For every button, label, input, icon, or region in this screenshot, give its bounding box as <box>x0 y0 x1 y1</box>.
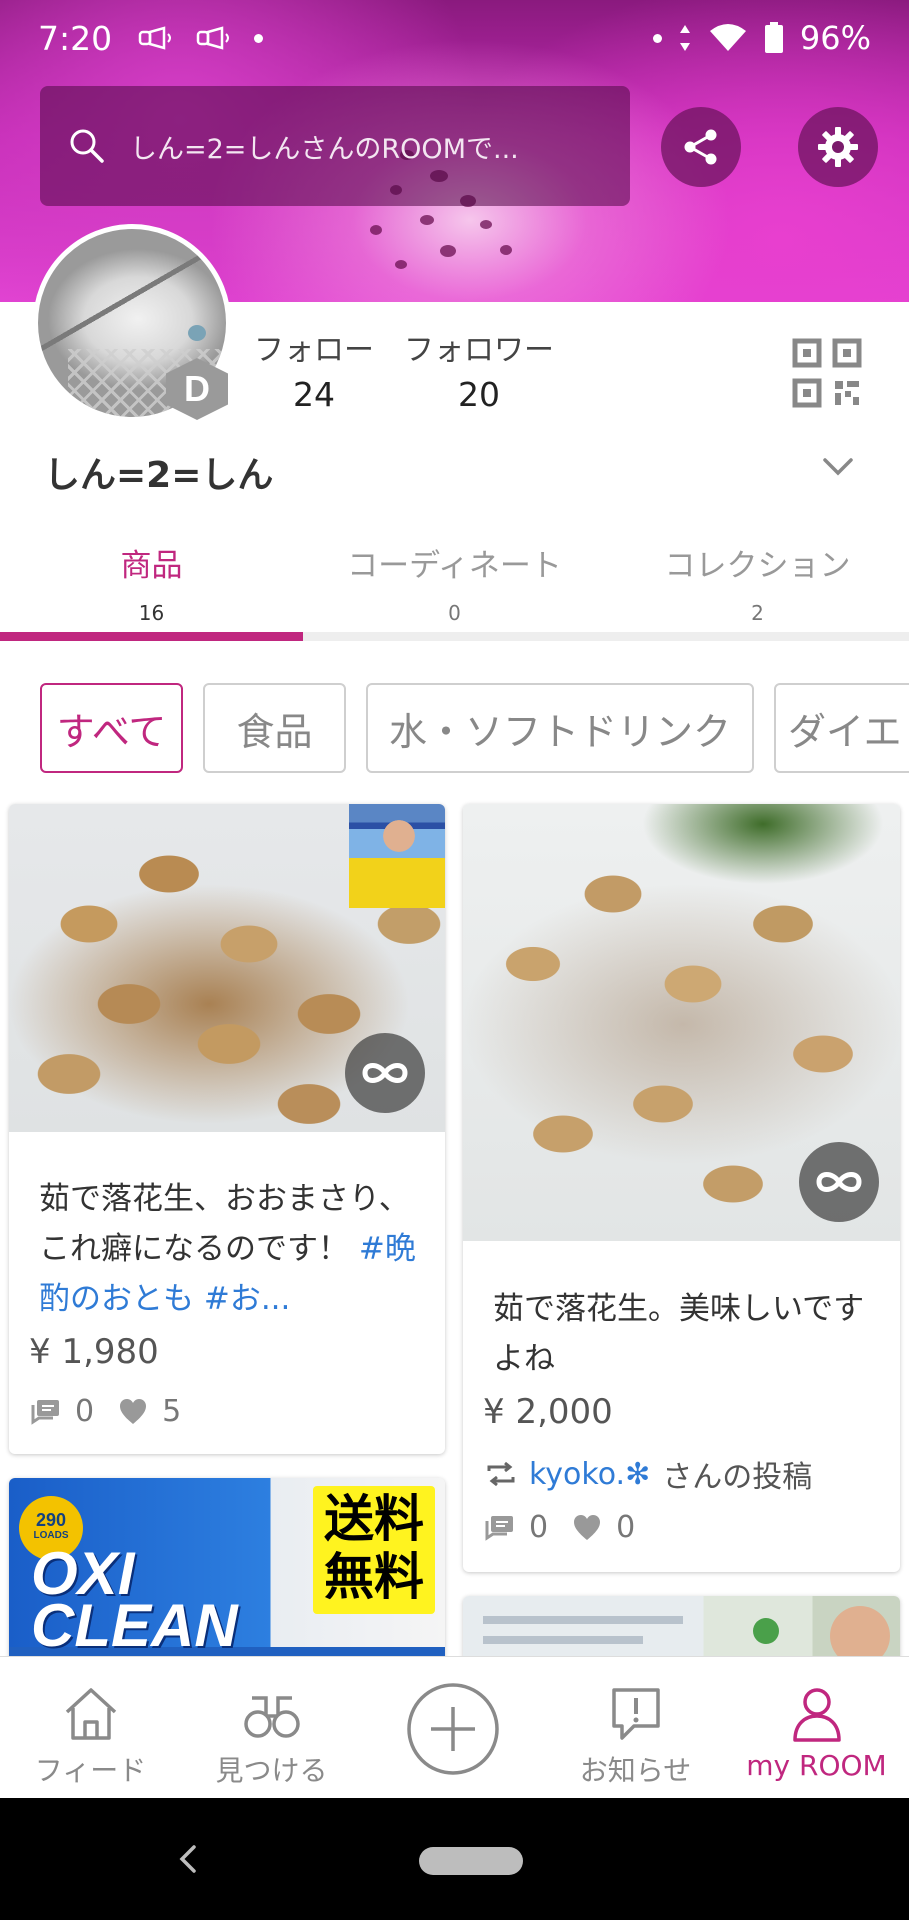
share-icon <box>684 129 717 165</box>
volume-icon <box>138 26 172 50</box>
badge-line-2: 無料 <box>324 1548 424 1606</box>
tab-indicator <box>0 632 303 641</box>
category-filter: すべて 食品 水・ソフトドリンク ダイエ <box>40 683 909 773</box>
badge-line-1: 送料 <box>324 1490 424 1548</box>
notification-dot <box>652 33 662 43</box>
binoculars-icon <box>243 1696 300 1738</box>
tab-count: 16 <box>138 601 165 625</box>
bottom-navigation: フィード 見つける お知らせ my ROOM <box>0 1656 909 1798</box>
product-price: ¥ 2,000 <box>483 1392 613 1432</box>
like-count: 5 <box>162 1394 182 1429</box>
card-stats: 0 0 <box>485 1510 635 1545</box>
infinity-icon <box>816 1172 862 1192</box>
home-icon <box>65 1688 116 1740</box>
signal-icon <box>679 25 690 51</box>
notification-dot <box>254 33 264 43</box>
tab-label: 商品 <box>120 548 183 584</box>
tab-count: 2 <box>751 601 764 625</box>
room-search-input[interactable]: しん=2=しんさんのROOMで... <box>40 86 630 206</box>
loads-number: 290 <box>35 1510 67 1530</box>
chip-drinks[interactable]: 水・ソフトドリンク <box>366 683 754 773</box>
person-icon <box>792 1688 841 1742</box>
wifi-icon <box>709 24 746 51</box>
card-stats: 0 5 <box>31 1394 181 1429</box>
like-count: 0 <box>616 1510 636 1545</box>
product-description: 茹で落花生、おおまさり、これ癖になるのです！ #晩酌のおとも #お... <box>39 1174 429 1324</box>
follower-stat[interactable]: フォロワー 20 <box>404 325 554 414</box>
tab-label: コーディネート <box>347 548 562 584</box>
nav-label: フィード <box>34 1754 147 1787</box>
nav-label: お知らせ <box>579 1754 692 1787</box>
content-tabs: 商品 16 コーディネート 0 コレクション 2 <box>0 530 909 640</box>
comment-icon[interactable] <box>31 1398 61 1426</box>
product-description: 茹で落花生。美味しいですよね <box>493 1291 865 1377</box>
gear-icon <box>818 127 858 167</box>
product-image <box>9 804 445 1132</box>
tab-label: コレクション <box>664 548 851 584</box>
battery-level: 96% <box>799 19 871 57</box>
share-button[interactable] <box>661 107 741 187</box>
follow-count: 24 <box>293 375 335 414</box>
brand-line-2: CLEAN <box>31 1592 238 1659</box>
chip-all[interactable]: すべて <box>40 683 183 773</box>
follow-stat[interactable]: フォロー 24 <box>254 325 374 414</box>
heart-icon[interactable] <box>572 1514 602 1542</box>
tab-coordinate[interactable]: コーディネート 0 <box>303 540 606 625</box>
chevron-down-icon[interactable] <box>822 457 854 477</box>
repost-user-link[interactable]: kyoko.✻ <box>529 1457 650 1492</box>
nav-add[interactable] <box>362 1657 543 1799</box>
free-shipping-badge: 送料 無料 <box>313 1486 435 1614</box>
nav-my-room[interactable]: my ROOM <box>726 1657 907 1799</box>
chip-diet[interactable]: ダイエ <box>774 683 909 773</box>
seller-photo <box>349 804 445 908</box>
nav-label: my ROOM <box>746 1749 887 1782</box>
tab-collection[interactable]: コレクション 2 <box>606 540 909 625</box>
comment-icon[interactable] <box>485 1514 515 1542</box>
nav-notifications[interactable]: お知らせ <box>545 1657 726 1799</box>
tab-products[interactable]: 商品 16 <box>0 540 303 625</box>
product-price: ¥ 1,980 <box>29 1332 159 1372</box>
add-circle-icon <box>406 1683 499 1775</box>
status-bar: 7:20 96% <box>0 0 909 76</box>
repost-icon <box>487 1461 515 1487</box>
back-icon[interactable] <box>178 1843 198 1875</box>
nav-discover[interactable]: 見つける <box>181 1657 362 1799</box>
comment-count: 0 <box>529 1510 549 1545</box>
chip-food[interactable]: 食品 <box>203 683 346 773</box>
nav-feed[interactable]: フィード <box>0 1657 181 1799</box>
search-icon <box>70 129 104 163</box>
follower-label: フォロワー <box>404 333 554 368</box>
repost-suffix: さんの投稿 <box>662 1460 813 1495</box>
user-name: しん=2=しん <box>44 455 274 496</box>
home-pill[interactable] <box>419 1847 523 1875</box>
battery-icon <box>764 22 783 53</box>
search-placeholder: しん=2=しんさんのROOMで... <box>130 133 519 165</box>
collect-button[interactable] <box>345 1033 425 1113</box>
heart-icon[interactable] <box>118 1398 148 1426</box>
collect-button[interactable] <box>799 1142 879 1222</box>
product-image <box>463 804 900 1241</box>
brand-logo: OXI CLEAN <box>31 1544 238 1659</box>
settings-button[interactable] <box>798 107 878 187</box>
infinity-icon <box>362 1063 408 1083</box>
app-screen: 7:20 96% しん=2=しんさんのROOMで... D フォロー 24 フォ… <box>0 0 909 1920</box>
qr-code-icon[interactable] <box>792 338 862 408</box>
nav-label: 見つける <box>215 1754 328 1787</box>
repost-info: kyoko.✻ さんの投稿 <box>485 1452 812 1496</box>
follower-count: 20 <box>458 375 500 414</box>
product-card[interactable]: 茹で落花生、おおまさり、これ癖になるのです！ #晩酌のおとも #お... ¥ 1… <box>9 804 445 1454</box>
volume-icon <box>196 26 230 50</box>
comment-count: 0 <box>75 1394 95 1429</box>
status-time: 7:20 <box>38 18 113 58</box>
product-card[interactable]: 茹で落花生。美味しいですよね ¥ 2,000 kyoko.✻ さんの投稿 0 0 <box>463 804 900 1572</box>
follow-label: フォロー <box>254 333 374 368</box>
notification-icon <box>611 1688 660 1740</box>
tab-count: 0 <box>448 601 461 625</box>
